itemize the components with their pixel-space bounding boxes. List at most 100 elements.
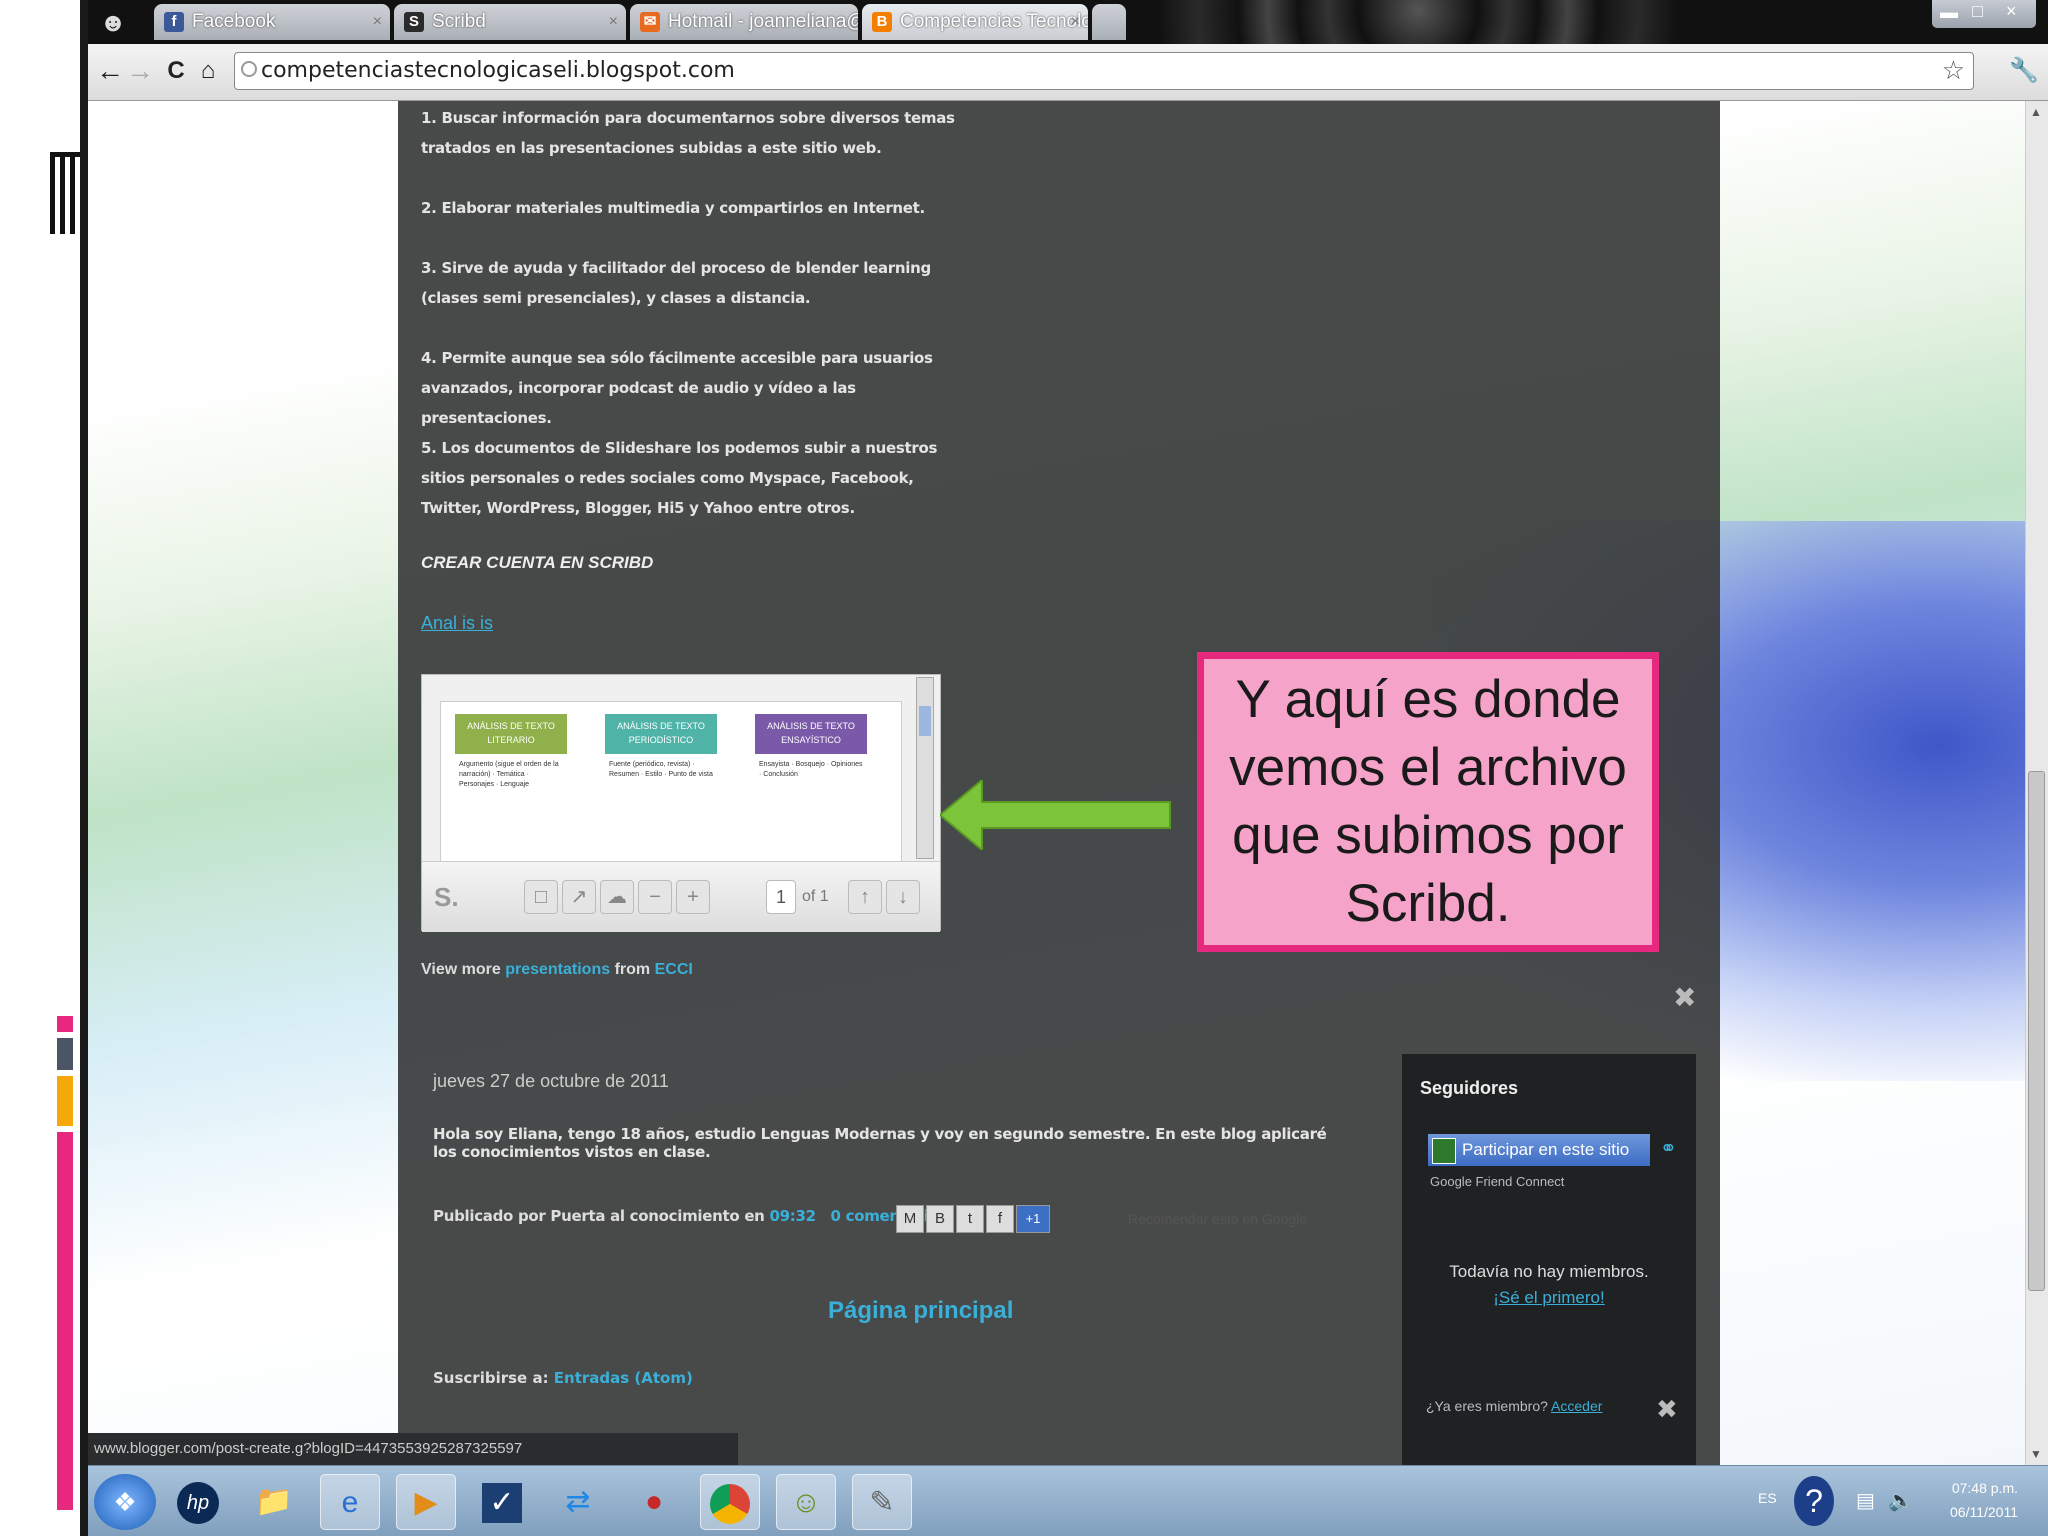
tab-scribd[interactable]: S Scribd × xyxy=(394,4,626,40)
view-more-line: View more presentations from ECCI xyxy=(421,961,693,978)
page-number-input[interactable]: 1 xyxy=(766,880,796,914)
teamviewer-icon[interactable]: ⇄ xyxy=(548,1474,608,1530)
slide-deco-square xyxy=(57,1076,73,1126)
back-icon[interactable]: ← xyxy=(94,54,126,88)
network-icon[interactable]: ▤ xyxy=(1856,1488,1875,1513)
sign-in-link[interactable]: Acceder xyxy=(1551,1398,1602,1414)
scribd-icon: S xyxy=(404,12,424,32)
hotmail-icon: ✉ xyxy=(640,12,660,32)
folder-icon[interactable]: 📁 xyxy=(244,1474,304,1530)
media-player-icon[interactable]: ▶ xyxy=(396,1474,456,1530)
post-paragraph: 3. Sirve de ayuda y facilitador del proc… xyxy=(421,259,931,307)
home-page-link[interactable]: Página principal xyxy=(828,1297,1013,1325)
bookmark-star-icon[interactable]: ☆ xyxy=(1942,55,1965,86)
embed-scrollbar-thumb[interactable] xyxy=(919,706,931,736)
scrollbar[interactable]: ▲ ▼ xyxy=(2025,101,2048,1465)
start-orb-icon[interactable]: ❖ xyxy=(94,1474,156,1530)
presentations-link[interactable]: presentations xyxy=(505,961,610,978)
share-icon[interactable]: ↗ xyxy=(562,880,596,914)
tab-close-icon[interactable]: × xyxy=(1071,4,1080,40)
edit-gadget-icon[interactable]: ✖ xyxy=(1656,1394,1678,1425)
be-first-link[interactable]: ¡Sé el primero! xyxy=(1402,1288,1696,1308)
friend-connect-label: Google Friend Connect xyxy=(1430,1174,1565,1189)
tab-competencias[interactable]: B Competencias Tecnologica × xyxy=(862,4,1088,40)
scribd-embed[interactable]: ANÁLISIS DE TEXTO LITERARIO Argumento (s… xyxy=(421,674,941,932)
tab-facebook[interactable]: f Facebook × xyxy=(154,4,390,40)
blog-share-icon[interactable]: B xyxy=(926,1205,954,1233)
slide-border-line xyxy=(80,0,88,1536)
recommend-label: Recomendar esto en Google xyxy=(1128,1211,1307,1227)
home-icon[interactable]: ⌂ xyxy=(192,54,224,88)
slide-deco-bar-pink xyxy=(57,1132,73,1510)
crear-cuenta-heading: CREAR CUENTA EN SCRIBD xyxy=(421,553,654,572)
system-clock[interactable]: 07:48 p.m. 06/11/2011 xyxy=(1950,1476,2018,1524)
callout-box: Y aquí es donde vemos el archivo que sub… xyxy=(1197,652,1659,952)
volume-icon[interactable]: 🔈 xyxy=(1888,1488,1913,1513)
url-text: competenciastecnologicaseli.blogspot.com xyxy=(261,58,735,83)
ecci-link[interactable]: ECCI xyxy=(655,961,693,978)
atom-feed-link[interactable]: Entradas (Atom) xyxy=(554,1369,693,1387)
followers-title: Seguidores xyxy=(1420,1078,1519,1098)
minimize-icon[interactable]: ▬ xyxy=(1940,2,1958,23)
plus-one-icon[interactable]: +1 xyxy=(1016,1205,1050,1233)
zoom-out-icon[interactable]: − xyxy=(638,880,672,914)
tab-close-icon[interactable]: × xyxy=(373,4,382,40)
messenger-icon[interactable]: ☺ xyxy=(776,1474,836,1530)
windows-taskbar: ❖ hp 📁 e ▶ ✓ ⇄ ● ☺ ✎ ES ? ▤ 🔈 07:48 p.m.… xyxy=(88,1465,2048,1536)
callout-text: Y aquí es donde vemos el archivo que sub… xyxy=(1229,670,1627,933)
member-question: ¿Ya eres miembro? Acceder xyxy=(1426,1398,1603,1414)
address-bar[interactable]: competenciastecnologicaseli.blogspot.com… xyxy=(234,52,1974,90)
scroll-up-icon[interactable]: ▲ xyxy=(2030,105,2042,119)
window-controls: ▬ □ × xyxy=(1932,0,2036,28)
facebook-share-icon[interactable]: f xyxy=(986,1205,1014,1233)
game-icon[interactable]: ● xyxy=(624,1474,684,1530)
followers-gadget: Seguidores Participar en este sitio ⚭ Go… xyxy=(1402,1054,1696,1465)
arrow-shape xyxy=(940,780,1171,850)
page-icon xyxy=(241,61,257,77)
edit-gadget-icon[interactable]: ✖ xyxy=(1673,981,1696,1014)
tab-close-icon[interactable]: × xyxy=(609,4,618,40)
scrollbar-thumb[interactable] xyxy=(2028,771,2045,1291)
tab-hotmail[interactable]: ✉ Hotmail - joanneliana@hot xyxy=(630,4,858,40)
check-app-icon[interactable]: ✓ xyxy=(472,1474,532,1530)
zoom-in-icon[interactable]: + xyxy=(676,880,710,914)
email-share-icon[interactable]: M xyxy=(896,1205,924,1233)
new-tab-button[interactable] xyxy=(1092,4,1126,40)
forward-icon[interactable]: → xyxy=(124,54,156,88)
paint-icon[interactable]: ✎ xyxy=(852,1474,912,1530)
friend-connect-icon xyxy=(1432,1138,1456,1164)
browser-window: ☻ f Facebook × S Scribd × ✉ Hotmail - jo… xyxy=(88,0,2048,1536)
embed-scrollbar[interactable] xyxy=(916,677,934,859)
doc-card: ANÁLISIS DE TEXTO ENSAYÍSTICO Ensayista … xyxy=(755,714,867,854)
browser-toolbar: ← → C ⌂ competenciastecnologicaseli.blog… xyxy=(88,44,2048,101)
language-indicator[interactable]: ES xyxy=(1758,1490,1777,1506)
fullscreen-icon[interactable]: □ xyxy=(524,880,558,914)
post-time-link[interactable]: 09:32 xyxy=(770,1207,817,1225)
post-date: jueves 27 de octubre de 2011 xyxy=(433,1071,669,1091)
external-link-icon[interactable]: ⚭ xyxy=(1660,1136,1677,1161)
maximize-icon[interactable]: □ xyxy=(1972,1,1983,22)
scribd-toolbar: S. □ ↗ ☁ − + 1 of 1 ↑ ↓ xyxy=(422,861,940,932)
scroll-down-icon[interactable]: ▼ xyxy=(2030,1447,2042,1461)
wrench-menu-icon[interactable]: 🔧 xyxy=(2008,54,2040,88)
document-link[interactable]: Anal is is xyxy=(421,613,493,634)
status-bar-url: www.blogger.com/post-create.g?blogID=447… xyxy=(88,1433,738,1465)
join-site-button[interactable]: Participar en este sitio xyxy=(1428,1134,1650,1166)
tab-strip: ☻ f Facebook × S Scribd × ✉ Hotmail - jo… xyxy=(88,0,2048,44)
incognito-icon: ☻ xyxy=(99,7,127,37)
slide-deco-stripe xyxy=(60,152,65,234)
scribd-logo: S. xyxy=(434,882,459,912)
download-icon[interactable]: ☁ xyxy=(600,880,634,914)
help-icon[interactable]: ? xyxy=(1794,1476,1834,1526)
close-window-icon[interactable]: × xyxy=(2006,1,2017,22)
post-paragraph: 2. Elaborar materiales multimedia y comp… xyxy=(421,199,925,217)
reload-icon[interactable]: C xyxy=(160,54,192,88)
prev-page-icon[interactable]: ↑ xyxy=(848,880,882,914)
post-paragraph: 4. Permite aunque sea sólo fácilmente ac… xyxy=(421,349,933,427)
internet-explorer-icon[interactable]: e xyxy=(320,1474,380,1530)
twitter-share-icon[interactable]: t xyxy=(956,1205,984,1233)
slide-deco-square xyxy=(57,1016,73,1032)
hp-icon[interactable]: hp xyxy=(168,1474,228,1530)
next-page-icon[interactable]: ↓ xyxy=(886,880,920,914)
chrome-icon[interactable] xyxy=(700,1474,760,1530)
